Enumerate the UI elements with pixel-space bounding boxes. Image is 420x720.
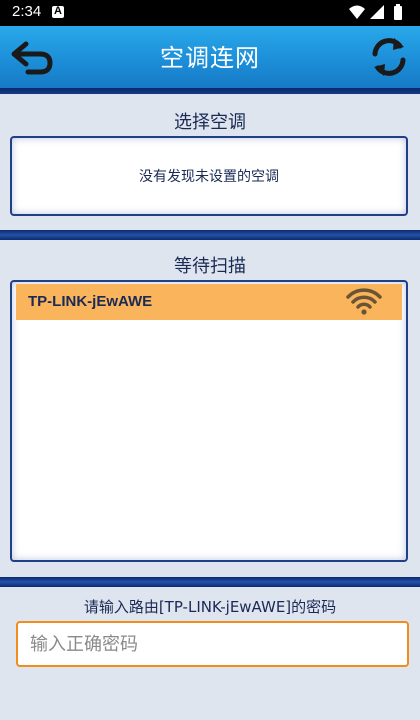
select-ac-title: 选择空调 xyxy=(174,112,246,133)
no-ac-message: 没有发现未设置的空调 xyxy=(139,169,279,185)
refresh-button[interactable] xyxy=(366,34,412,80)
status-icons xyxy=(349,4,402,20)
wifi-signal-icon xyxy=(346,288,382,315)
cell-signal-icon xyxy=(370,5,384,19)
password-input[interactable] xyxy=(16,621,409,667)
notification-badge: A xyxy=(54,5,62,17)
battery-icon xyxy=(394,4,402,20)
network-list-box xyxy=(10,280,408,562)
status-bar: 2:34 A xyxy=(0,0,420,26)
app-header: 空调连网 xyxy=(0,26,420,90)
status-time: 2:34 xyxy=(12,3,42,20)
wifi-icon xyxy=(349,5,365,19)
notification-a-icon: A xyxy=(52,5,64,18)
refresh-icon xyxy=(372,38,406,76)
network-item[interactable]: TP-LINK-jEwAWE xyxy=(16,284,402,320)
scan-title: 等待扫描 xyxy=(174,256,246,277)
page-title: 空调连网 xyxy=(160,44,260,72)
panel-divider xyxy=(0,230,420,240)
network-ssid: TP-LINK-jEwAWE xyxy=(28,293,153,310)
ac-list-box: 没有发现未设置的空调 xyxy=(10,136,408,216)
password-label: 请输入路由[TP-LINK-jEwAWE]的密码 xyxy=(83,598,337,616)
panel-divider-2 xyxy=(0,577,420,587)
